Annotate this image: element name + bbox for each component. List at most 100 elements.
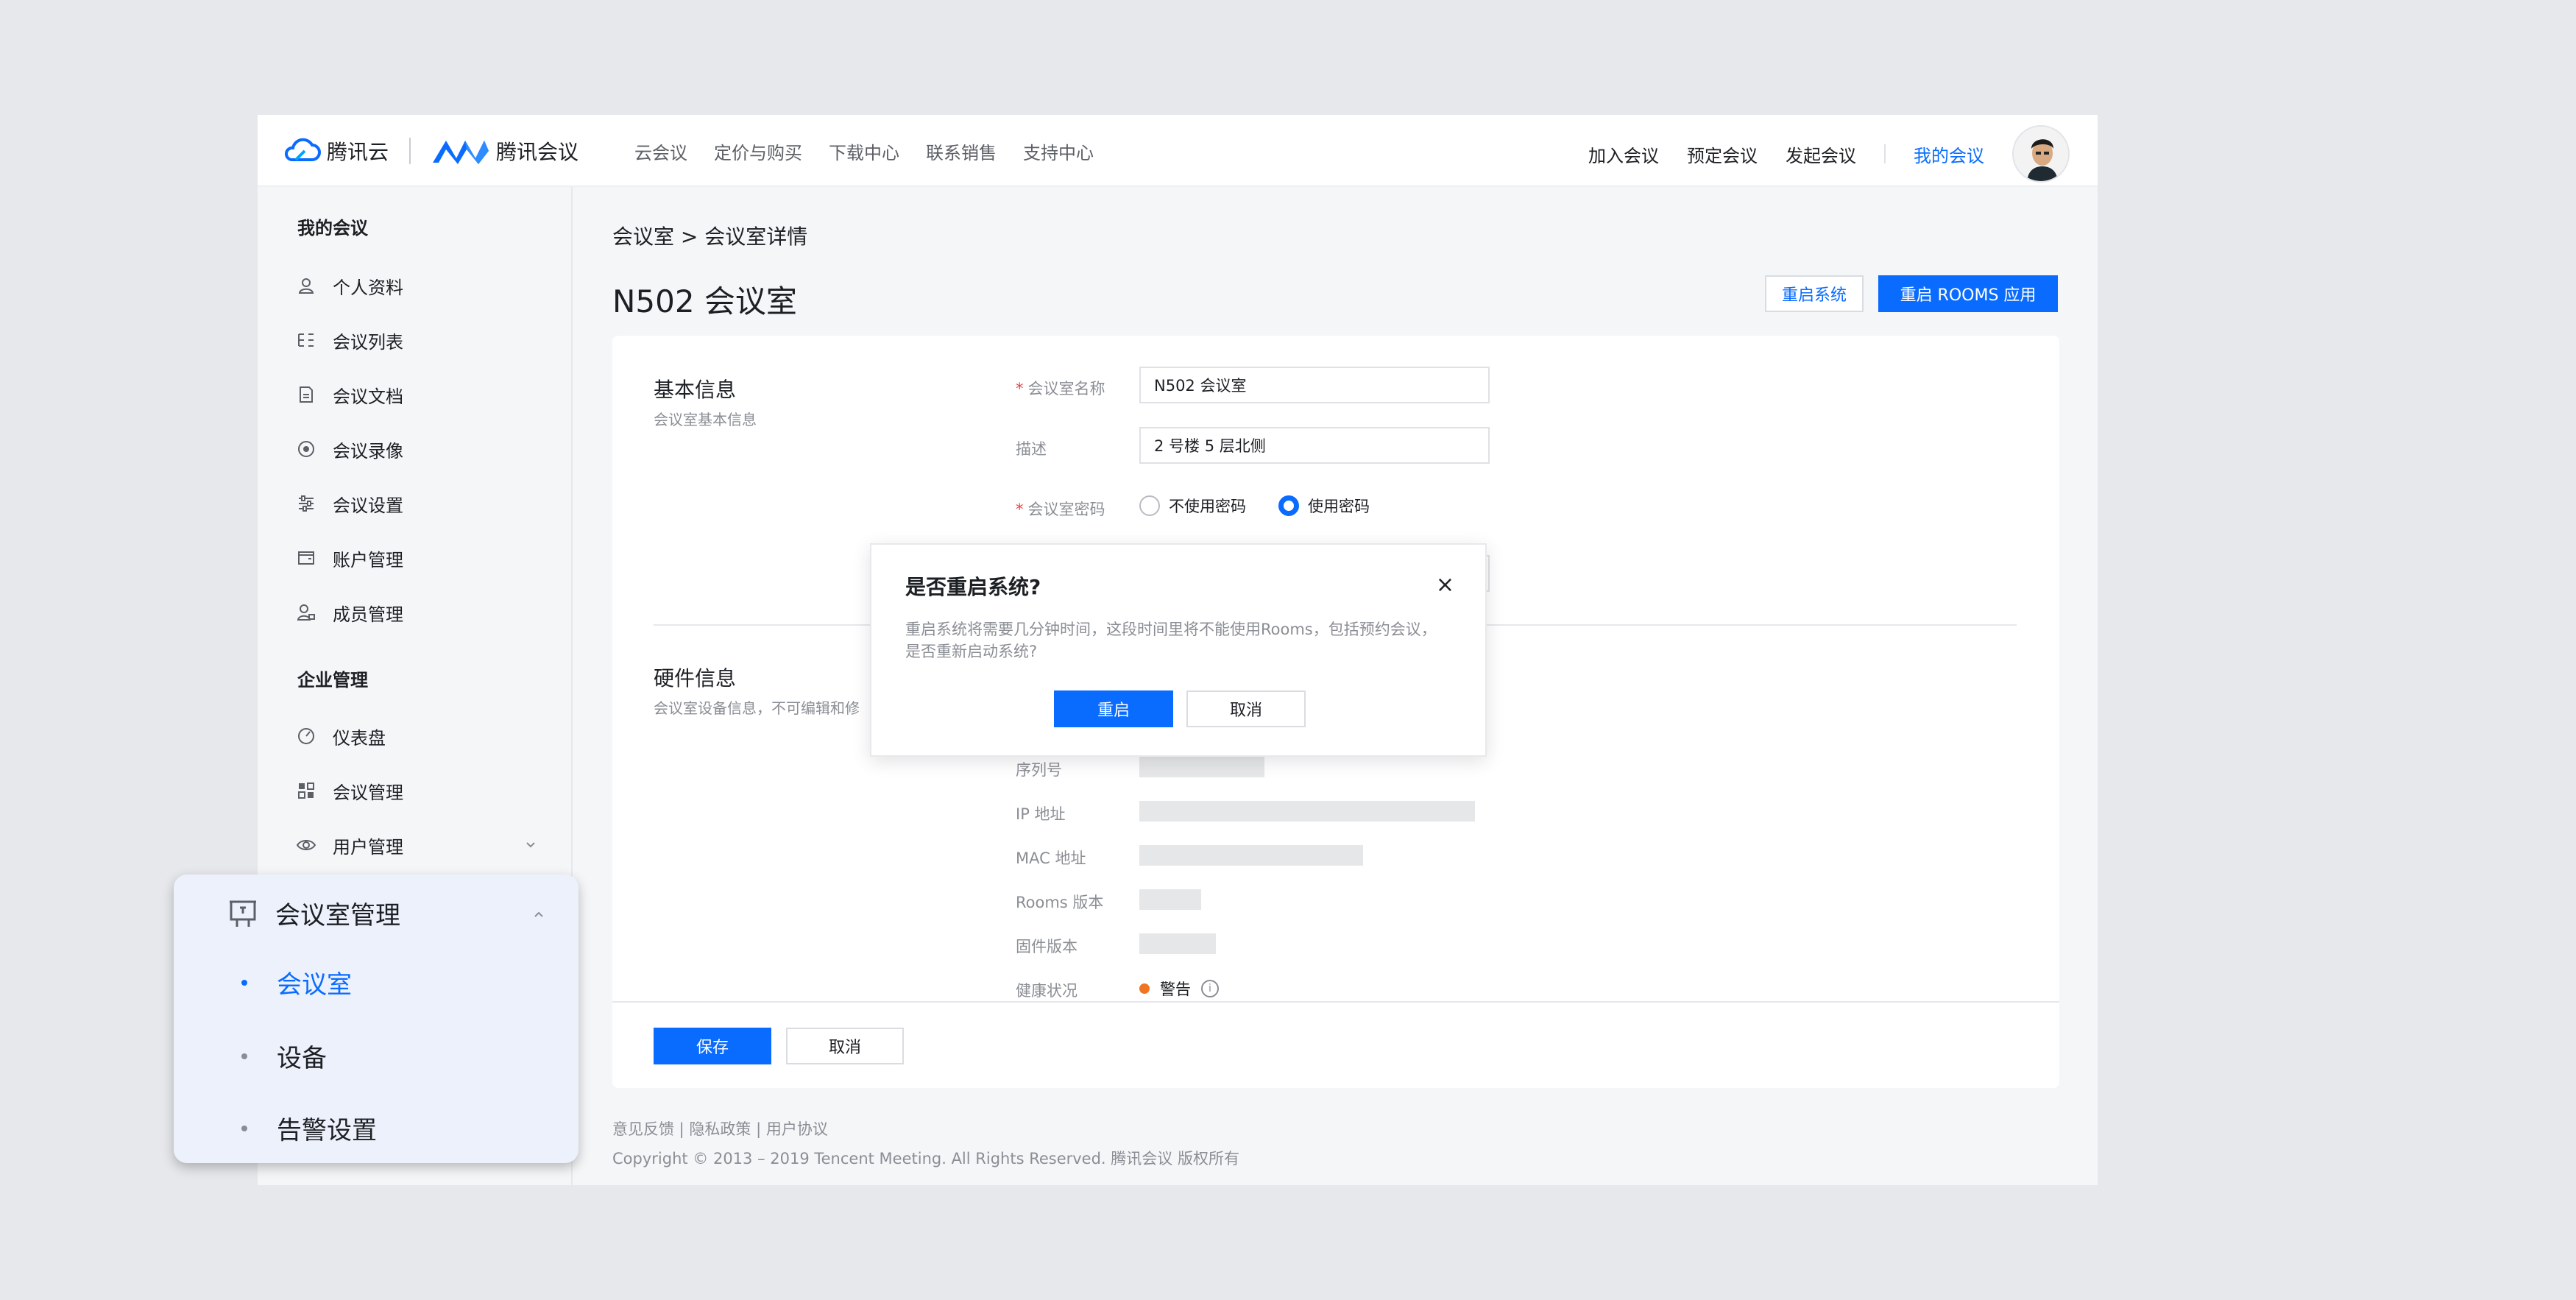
- no-password-label: 不使用密码: [1169, 498, 1246, 515]
- list-icon: [296, 330, 316, 350]
- submenu-item-meeting-room[interactable]: 会议室: [241, 964, 352, 1000]
- nav-item-cloud-meeting[interactable]: 云会议: [634, 138, 687, 164]
- description-input[interactable]: 2 号楼 5 层北侧: [1139, 427, 1490, 464]
- footer-copyright: Copyright © 2013 – 2019 Tencent Meeting.…: [612, 1150, 1239, 1167]
- restart-system-button[interactable]: 重启系统: [1765, 275, 1864, 312]
- sidebar-item-label: 用户管理: [333, 836, 403, 858]
- required-mark: *: [1016, 380, 1024, 398]
- basic-info-subtitle: 会议室基本信息: [654, 411, 757, 428]
- health-label: 健康状况: [1016, 982, 1078, 1000]
- dialog-confirm-button[interactable]: 重启: [1054, 690, 1173, 727]
- radio-checked-icon: [1278, 495, 1299, 516]
- mac-label: MAC 地址: [1016, 849, 1086, 867]
- use-password-label: 使用密码: [1308, 498, 1370, 515]
- use-password-radio[interactable]: 使用密码: [1278, 495, 1370, 517]
- dialog-cancel-button[interactable]: 取消: [1186, 690, 1306, 727]
- password-label: * 会议室密码: [1016, 501, 1105, 518]
- dialog-title: 是否重启系统?: [905, 575, 1041, 599]
- room-name-input[interactable]: N502 会议室: [1139, 367, 1490, 403]
- tencent-meeting-logo-icon: [433, 141, 489, 164]
- tencent-meeting-name: 腾讯会议: [496, 140, 579, 164]
- health-status: 警告 i: [1139, 978, 1219, 1000]
- sidebar-item-user-management[interactable]: 用户管理: [296, 829, 537, 861]
- chevron-down-icon: [526, 842, 535, 848]
- room-name-label: * 会议室名称: [1016, 380, 1105, 398]
- nav-item-pricing[interactable]: 定价与购买: [714, 138, 802, 164]
- page-title: N502 会议室: [612, 283, 797, 319]
- restart-rooms-button[interactable]: 重启 ROOMS 应用: [1878, 275, 2058, 312]
- dashboard-icon: [296, 726, 316, 746]
- schedule-meeting-link[interactable]: 预定会议: [1687, 141, 1758, 167]
- sidebar-item-dashboard[interactable]: 仪表盘: [296, 720, 386, 752]
- breadcrumb[interactable]: 会议室 > 会议室详情: [612, 221, 807, 250]
- serial-value: [1139, 757, 1264, 777]
- bullet-icon: [241, 1053, 247, 1059]
- cancel-button[interactable]: 取消: [786, 1028, 904, 1064]
- wallet-icon: [296, 548, 316, 568]
- sidebar-item-documents[interactable]: 会议文档: [296, 378, 403, 411]
- nav-item-contact-sales[interactable]: 联系销售: [926, 138, 997, 164]
- save-button[interactable]: 保存: [654, 1028, 771, 1064]
- meeting-room-icon: [230, 900, 256, 927]
- submenu-header[interactable]: 会议室管理: [227, 895, 400, 931]
- close-icon[interactable]: ×: [1436, 574, 1454, 596]
- my-meetings-link[interactable]: 我的会议: [1914, 141, 1984, 167]
- sidebar-item-account[interactable]: 账户管理: [296, 542, 403, 574]
- sidebar-item-label: 个人资料: [333, 277, 403, 298]
- sidebar-item-label: 仪表盘: [333, 727, 386, 749]
- bullet-icon: [241, 979, 247, 986]
- radio-unchecked-icon: [1139, 495, 1160, 516]
- hardware-info-subtitle: 会议室设备信息，不可编辑和修: [654, 699, 860, 717]
- mac-value: [1139, 845, 1363, 866]
- description-label: 描述: [1016, 440, 1047, 458]
- sidebar-item-label: 会议录像: [333, 440, 403, 462]
- footer-divider: [612, 1001, 2059, 1003]
- submenu-item-alert-settings[interactable]: 告警设置: [241, 1110, 377, 1146]
- user-avatar-icon: [2014, 127, 2068, 181]
- info-icon[interactable]: i: [1201, 980, 1219, 997]
- nav-item-download[interactable]: 下载中心: [829, 138, 899, 164]
- brand-divider: [409, 138, 411, 164]
- nav-item-support[interactable]: 支持中心: [1023, 138, 1094, 164]
- rooms-version-value: [1139, 889, 1201, 910]
- ip-value: [1139, 801, 1475, 822]
- top-actions-divider: [1884, 144, 1886, 163]
- dialog-message: 重启系统将需要几分钟时间，这段时间里将不能使用Rooms，包括预约会议，是否重新…: [905, 621, 1437, 660]
- main-nav: 云会议 定价与购买 下载中心 联系销售 支持中心: [634, 138, 1094, 164]
- eye-icon: [296, 835, 316, 855]
- submenu-item-devices[interactable]: 设备: [241, 1038, 327, 1074]
- restart-confirm-dialog: 是否重启系统? × 重启系统将需要几分钟时间，这段时间里将不能使用Rooms，包…: [870, 543, 1487, 757]
- user-icon: [296, 275, 316, 296]
- rooms-version-label: Rooms 版本: [1016, 894, 1104, 911]
- grid-icon: [296, 780, 316, 801]
- record-icon: [296, 439, 316, 459]
- sidebar-item-label: 会议管理: [333, 782, 403, 803]
- chevron-up-icon[interactable]: [531, 907, 546, 922]
- submenu-item-label: 会议室: [277, 970, 352, 1000]
- sidebar-item-members[interactable]: 成员管理: [296, 596, 403, 629]
- firmware-value: [1139, 933, 1216, 954]
- sidebar-item-meeting-list[interactable]: 会议列表: [296, 324, 403, 356]
- start-meeting-link[interactable]: 发起会议: [1786, 141, 1856, 167]
- sidebar-item-recordings[interactable]: 会议录像: [296, 433, 403, 465]
- avatar[interactable]: [2012, 125, 2070, 183]
- serial-label: 序列号: [1016, 761, 1062, 779]
- submenu-item-label: 设备: [277, 1044, 327, 1073]
- sidebar-heading-enterprise: 企业管理: [297, 670, 368, 690]
- no-password-radio[interactable]: 不使用密码: [1139, 495, 1246, 517]
- sidebar-item-profile[interactable]: 个人资料: [296, 269, 403, 302]
- firmware-label: 固件版本: [1016, 938, 1078, 955]
- health-value: 警告: [1160, 981, 1191, 998]
- brand[interactable]: 腾讯云 腾讯会议: [283, 135, 578, 166]
- join-meeting-link[interactable]: 加入会议: [1588, 141, 1659, 167]
- sidebar-item-settings[interactable]: 会议设置: [296, 487, 403, 520]
- submenu-item-label: 告警设置: [277, 1116, 377, 1145]
- sliders-icon: [296, 493, 316, 514]
- submenu-heading: 会议室管理: [275, 901, 400, 930]
- basic-info-title: 基本信息: [654, 378, 737, 402]
- footer-links[interactable]: 意见反馈 | 隐私政策 | 用户协议: [612, 1117, 828, 1140]
- room-management-submenu-zoom: 会议室管理 会议室 设备 告警设置: [174, 875, 578, 1163]
- sidebar-item-meeting-management[interactable]: 会议管理: [296, 774, 403, 807]
- document-icon: [296, 384, 316, 405]
- bullet-icon: [241, 1125, 247, 1131]
